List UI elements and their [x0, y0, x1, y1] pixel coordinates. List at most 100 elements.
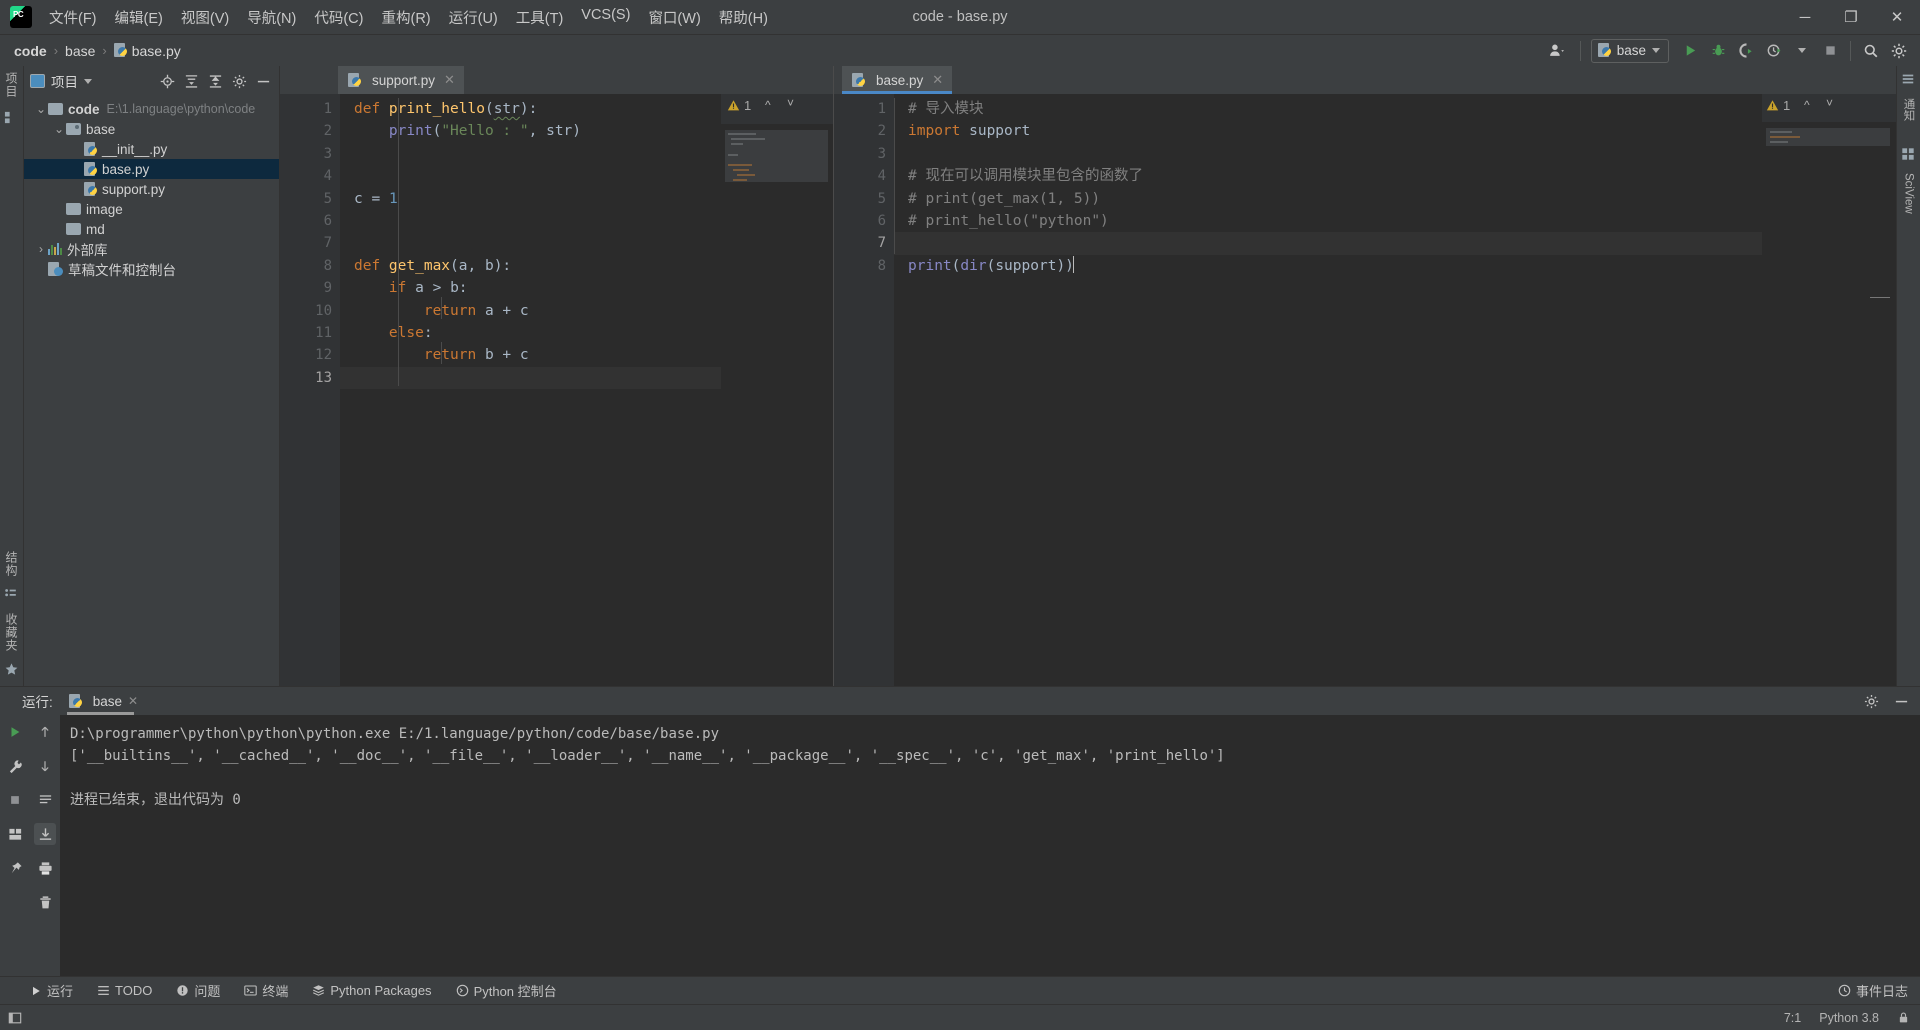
- menu-item-5[interactable]: 重构(R): [372, 4, 439, 31]
- code-line[interactable]: print(dir(support)): [894, 255, 1762, 277]
- close-button[interactable]: ✕: [1874, 0, 1920, 34]
- console-output[interactable]: D:\programmer\python\python\python.exe E…: [60, 715, 1920, 976]
- tree-row-4[interactable]: support.py: [24, 179, 279, 199]
- bottom-item-terminal[interactable]: 终端: [240, 979, 292, 1002]
- code-line[interactable]: import support: [894, 120, 1762, 142]
- menu-item-0[interactable]: 文件(F): [40, 4, 106, 31]
- tree-row-7[interactable]: › 外部库: [24, 239, 279, 259]
- editor-body-left[interactable]: 1 2 3 4 5 6 7 8 9 10 11 12 13 def print_hello(str): …: [280, 94, 833, 686]
- collapse-all-icon[interactable]: [205, 71, 225, 91]
- code-line[interactable]: # print(get_max(1, 5)): [894, 188, 1762, 210]
- tool-button-sciview[interactable]: SciView: [1903, 173, 1915, 214]
- pin-tab-icon[interactable]: [4, 857, 26, 879]
- minimize-button[interactable]: ─: [1782, 0, 1828, 34]
- tree-row-8[interactable]: 草稿文件和控制台: [24, 259, 279, 279]
- breadcrumb-base[interactable]: base: [65, 43, 95, 59]
- debug-button[interactable]: [1705, 38, 1731, 64]
- bookmarks-icon[interactable]: [4, 587, 20, 603]
- code-line[interactable]: # print_hello("python"): [894, 210, 1762, 232]
- locate-file-icon[interactable]: [157, 71, 177, 91]
- menu-item-4[interactable]: 代码(C): [305, 4, 372, 31]
- breadcrumb-code[interactable]: code: [14, 43, 47, 59]
- tool-button-notifications[interactable]: 通知: [1901, 98, 1917, 121]
- search-everywhere-icon[interactable]: [1858, 38, 1884, 64]
- editor-body-right[interactable]: 1 2 3 4 5 6 7 8 # 导入模块 import support # 现在可以调用模块…: [834, 94, 1896, 686]
- bottom-item-python-packages[interactable]: Python Packages: [308, 981, 435, 1000]
- show-tool-windows-icon[interactable]: [8, 1011, 22, 1025]
- menu-item-6[interactable]: 运行(U): [440, 4, 507, 31]
- next-warning-icon[interactable]: ˅: [787, 96, 794, 110]
- prev-warning-icon[interactable]: ^: [1804, 98, 1810, 112]
- tree-row-0[interactable]: ⌄ code E:\1.language\python\code: [24, 99, 279, 119]
- code-content-left[interactable]: def print_hello(str): print("Hello : ", …: [340, 94, 721, 686]
- bottom-item-python-console[interactable]: Python 控制台: [452, 979, 561, 1002]
- clear-all-trash-icon[interactable]: [34, 891, 56, 913]
- tool-button-structure[interactable]: 结构: [3, 551, 20, 577]
- tab-close-icon[interactable]: ✕: [444, 72, 455, 88]
- chevron-down-icon[interactable]: [84, 78, 92, 84]
- project-settings-gear-icon[interactable]: [229, 71, 249, 91]
- menu-item-2[interactable]: 视图(V): [172, 4, 238, 31]
- menu-item-1[interactable]: 编辑(E): [106, 4, 172, 31]
- layout-icon[interactable]: [4, 823, 26, 845]
- account-icon[interactable]: [1544, 38, 1570, 64]
- run-configuration-selector[interactable]: base: [1590, 38, 1669, 63]
- profile-dropdown-icon[interactable]: [1789, 38, 1815, 64]
- run-tab-base[interactable]: base ✕: [63, 691, 144, 715]
- event-log-button[interactable]: 事件日志: [1834, 979, 1912, 1002]
- tree-expand-arrow[interactable]: ›: [34, 242, 48, 256]
- notifications-icon[interactable]: [1901, 72, 1917, 88]
- menu-item-7[interactable]: 工具(T): [507, 4, 573, 31]
- tab-base-py[interactable]: base.py ✕: [842, 66, 953, 94]
- maximize-button[interactable]: ❐: [1828, 0, 1874, 34]
- soft-wrap-icon[interactable]: [34, 789, 56, 811]
- bottom-item-problems[interactable]: 问题: [172, 979, 224, 1002]
- hide-panel-icon[interactable]: [253, 71, 273, 91]
- code-line[interactable]: # 导入模块: [894, 98, 1762, 120]
- breadcrumb-base-py[interactable]: base.py: [113, 43, 181, 59]
- caret-position[interactable]: 7:1: [1784, 1011, 1801, 1025]
- tree-expand-arrow[interactable]: ⌄: [34, 103, 48, 115]
- prev-warning-icon[interactable]: ^: [765, 98, 771, 112]
- settings-gear-icon[interactable]: [1886, 38, 1912, 64]
- run-window-settings-gear-icon[interactable]: [1860, 690, 1882, 712]
- tab-close-icon[interactable]: ✕: [932, 72, 943, 88]
- sciview-grid-icon[interactable]: [1901, 147, 1917, 163]
- tool-button-project[interactable]: 项目: [3, 72, 20, 98]
- tree-row-2[interactable]: __init__.py: [24, 139, 279, 159]
- tree-row-1[interactable]: ⌄ base: [24, 119, 279, 139]
- print-icon[interactable]: [34, 857, 56, 879]
- run-tab-close-icon[interactable]: ✕: [128, 694, 138, 708]
- warning-indicator-left[interactable]: 1: [727, 98, 751, 113]
- run-coverage-button[interactable]: [1733, 38, 1759, 64]
- scroll-down-icon[interactable]: [34, 755, 56, 777]
- menu-item-8[interactable]: VCS(S): [572, 4, 639, 31]
- structure-icon[interactable]: [4, 110, 20, 126]
- editor-minimap-left[interactable]: [721, 124, 833, 686]
- favorites-star-icon[interactable]: [4, 662, 20, 678]
- stop-process-button[interactable]: [4, 789, 26, 811]
- bottom-item-todo[interactable]: TODO: [93, 981, 156, 1000]
- tree-row-3[interactable]: base.py: [24, 159, 279, 179]
- next-warning-icon[interactable]: ˅: [1826, 96, 1833, 110]
- settings-wrench-icon[interactable]: [4, 755, 26, 777]
- code-line[interactable]: # 现在可以调用模块里包含的函数了: [894, 165, 1762, 187]
- bottom-item-run[interactable]: 运行: [26, 979, 77, 1002]
- menu-item-10[interactable]: 帮助(H): [710, 4, 777, 31]
- menu-item-9[interactable]: 窗口(W): [639, 4, 709, 31]
- code-line[interactable]: [894, 232, 1762, 255]
- profile-button[interactable]: [1761, 38, 1787, 64]
- expand-all-icon[interactable]: [181, 71, 201, 91]
- code-line[interactable]: [894, 143, 1762, 165]
- run-window-hide-icon[interactable]: [1890, 690, 1912, 712]
- scroll-to-end-icon[interactable]: [34, 823, 56, 845]
- lock-icon[interactable]: [1897, 1011, 1910, 1024]
- tab-support-py[interactable]: support.py ✕: [338, 66, 464, 94]
- interpreter-label[interactable]: Python 3.8: [1819, 1011, 1879, 1025]
- stop-button[interactable]: [1817, 38, 1843, 64]
- rerun-button[interactable]: [4, 721, 26, 743]
- tool-button-favorites[interactable]: 收藏夹: [3, 613, 20, 652]
- editor-minimap-right[interactable]: [1762, 122, 1896, 686]
- tree-row-6[interactable]: md: [24, 219, 279, 239]
- tree-row-5[interactable]: image: [24, 199, 279, 219]
